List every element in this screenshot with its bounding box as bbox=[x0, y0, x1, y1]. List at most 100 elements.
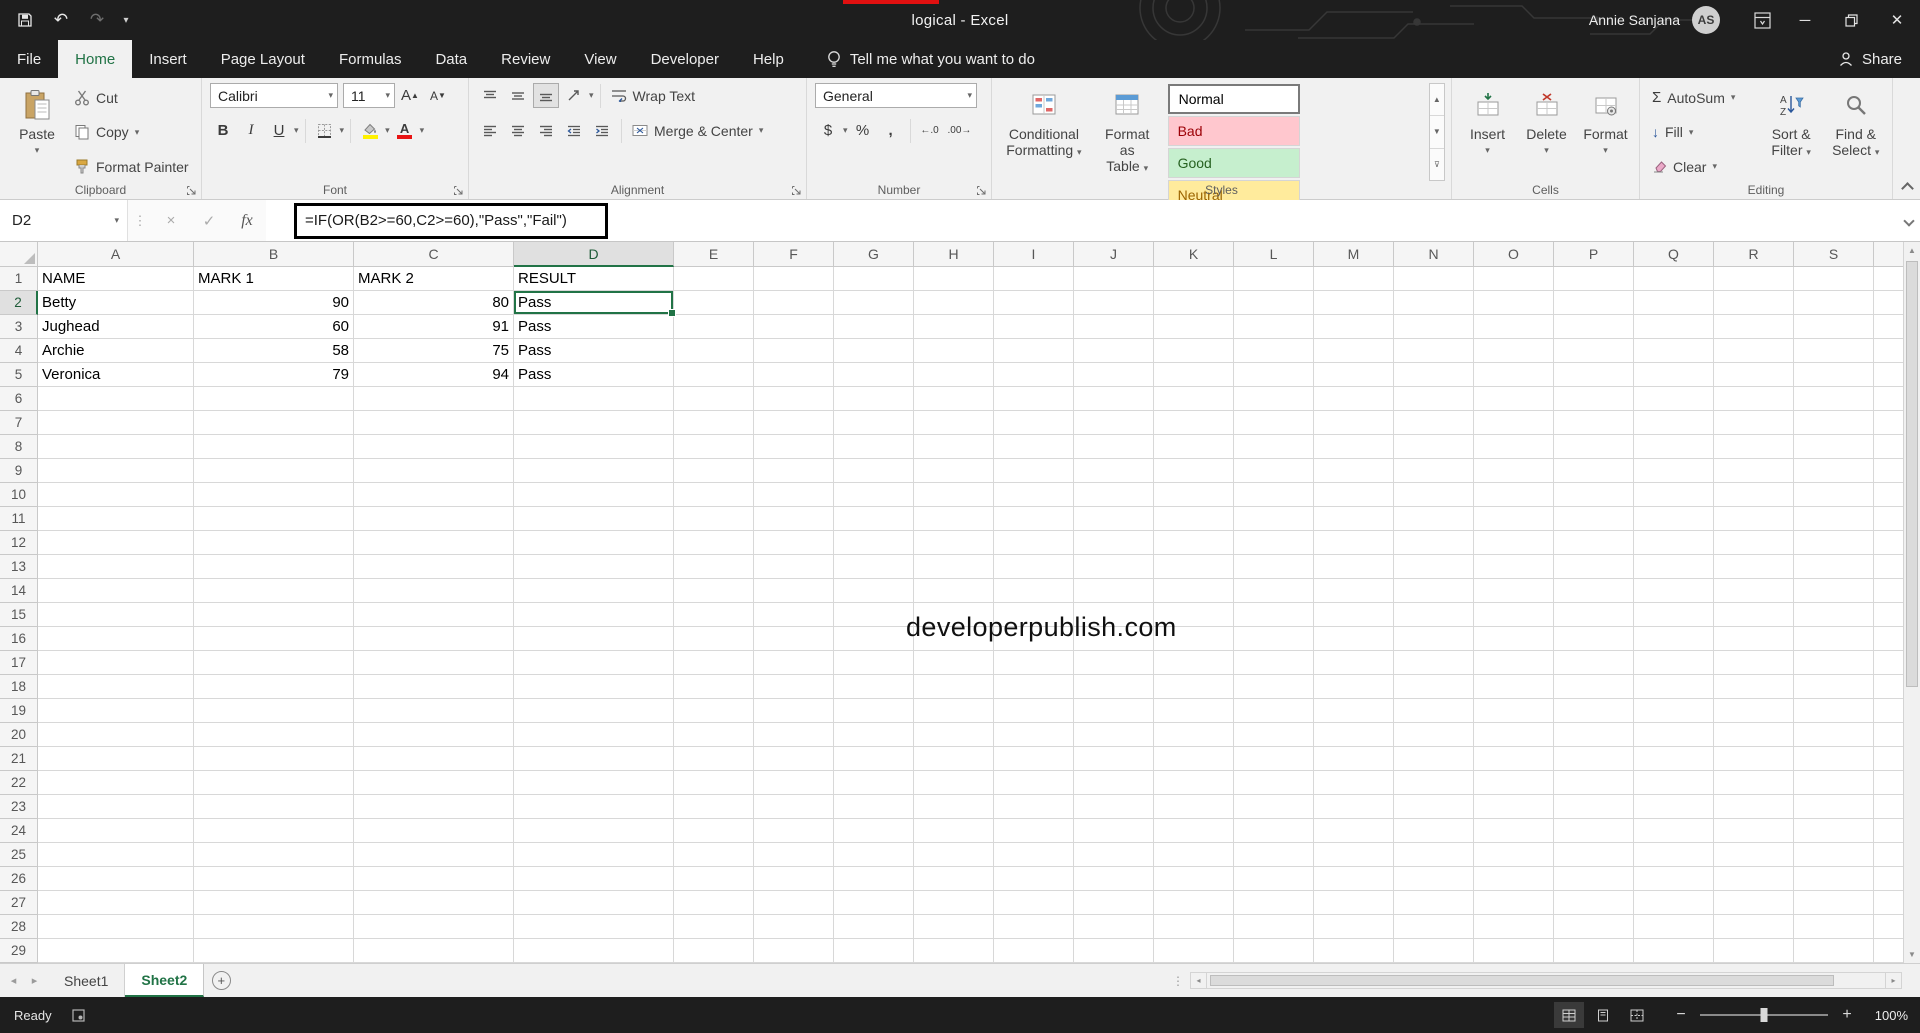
cell-L4[interactable] bbox=[1234, 339, 1314, 363]
cell-J7[interactable] bbox=[1074, 411, 1154, 435]
row-header-8[interactable]: 8 bbox=[0, 435, 38, 459]
cell-I9[interactable] bbox=[994, 459, 1074, 483]
tab-developer[interactable]: Developer bbox=[634, 40, 736, 78]
sort-filter-button[interactable]: AZ Sort & Filter ▾ bbox=[1761, 83, 1822, 181]
cell-D17[interactable] bbox=[514, 651, 674, 675]
cell-I22[interactable] bbox=[994, 771, 1074, 795]
cell-E6[interactable] bbox=[674, 387, 754, 411]
cell-K25[interactable] bbox=[1154, 843, 1234, 867]
cell-R23[interactable] bbox=[1714, 795, 1794, 819]
cell-Q17[interactable] bbox=[1634, 651, 1714, 675]
cell-K8[interactable] bbox=[1154, 435, 1234, 459]
cell-K4[interactable] bbox=[1154, 339, 1234, 363]
cell-E2[interactable] bbox=[674, 291, 754, 315]
cell-A29[interactable] bbox=[38, 939, 194, 963]
cell-N20[interactable] bbox=[1394, 723, 1474, 747]
cell-Q7[interactable] bbox=[1634, 411, 1714, 435]
cell-A19[interactable] bbox=[38, 699, 194, 723]
cell-C2[interactable]: 80 bbox=[354, 291, 514, 315]
cell-R16[interactable] bbox=[1714, 627, 1794, 651]
tab-file[interactable]: File bbox=[0, 40, 58, 78]
cell-P22[interactable] bbox=[1554, 771, 1634, 795]
cell-R12[interactable] bbox=[1714, 531, 1794, 555]
cell-M24[interactable] bbox=[1314, 819, 1394, 843]
cell-B25[interactable] bbox=[194, 843, 354, 867]
cell-D22[interactable] bbox=[514, 771, 674, 795]
cell-O25[interactable] bbox=[1474, 843, 1554, 867]
cell-S14[interactable] bbox=[1794, 579, 1874, 603]
cell-J9[interactable] bbox=[1074, 459, 1154, 483]
cell-Q12[interactable] bbox=[1634, 531, 1714, 555]
cell-R10[interactable] bbox=[1714, 483, 1794, 507]
percent-style-button[interactable]: % bbox=[850, 118, 876, 143]
cell-I24[interactable] bbox=[994, 819, 1074, 843]
cell-F26[interactable] bbox=[754, 867, 834, 891]
cell-B4[interactable]: 58 bbox=[194, 339, 354, 363]
cell-H5[interactable] bbox=[914, 363, 994, 387]
cell-H17[interactable] bbox=[914, 651, 994, 675]
cell-O2[interactable] bbox=[1474, 291, 1554, 315]
cell-H7[interactable] bbox=[914, 411, 994, 435]
cell-F22[interactable] bbox=[754, 771, 834, 795]
cell-style-bad[interactable]: Bad bbox=[1167, 116, 1300, 146]
cell-O27[interactable] bbox=[1474, 891, 1554, 915]
cell-L27[interactable] bbox=[1234, 891, 1314, 915]
cell-N28[interactable] bbox=[1394, 915, 1474, 939]
cell-C18[interactable] bbox=[354, 675, 514, 699]
zoom-slider-handle[interactable] bbox=[1760, 1008, 1768, 1022]
cell-J24[interactable] bbox=[1074, 819, 1154, 843]
cell-N18[interactable] bbox=[1394, 675, 1474, 699]
cell-M19[interactable] bbox=[1314, 699, 1394, 723]
cell-M16[interactable] bbox=[1314, 627, 1394, 651]
cell-L6[interactable] bbox=[1234, 387, 1314, 411]
cell-A18[interactable] bbox=[38, 675, 194, 699]
cell-R20[interactable] bbox=[1714, 723, 1794, 747]
cell-B21[interactable] bbox=[194, 747, 354, 771]
autosum-button[interactable]: Σ AutoSum ▾ bbox=[1648, 85, 1757, 110]
row-header-5[interactable]: 5 bbox=[0, 363, 38, 387]
cell-I17[interactable] bbox=[994, 651, 1074, 675]
zoom-out-button[interactable]: − bbox=[1670, 1006, 1692, 1024]
shrink-font-button[interactable]: A ▼ bbox=[425, 83, 451, 108]
row-header-29[interactable]: 29 bbox=[0, 939, 38, 963]
tab-page-layout[interactable]: Page Layout bbox=[204, 40, 322, 78]
cell-C6[interactable] bbox=[354, 387, 514, 411]
cell-E14[interactable] bbox=[674, 579, 754, 603]
cell-G27[interactable] bbox=[834, 891, 914, 915]
cell-M21[interactable] bbox=[1314, 747, 1394, 771]
cell-K20[interactable] bbox=[1154, 723, 1234, 747]
cell-N6[interactable] bbox=[1394, 387, 1474, 411]
cell-J4[interactable] bbox=[1074, 339, 1154, 363]
select-all-corner[interactable] bbox=[0, 242, 38, 267]
cell-L12[interactable] bbox=[1234, 531, 1314, 555]
cell-D7[interactable] bbox=[514, 411, 674, 435]
cell-A4[interactable]: Archie bbox=[38, 339, 194, 363]
cell-G25[interactable] bbox=[834, 843, 914, 867]
cell-P9[interactable] bbox=[1554, 459, 1634, 483]
cell-H6[interactable] bbox=[914, 387, 994, 411]
row-header-6[interactable]: 6 bbox=[0, 387, 38, 411]
cell-Q10[interactable] bbox=[1634, 483, 1714, 507]
cell-L7[interactable] bbox=[1234, 411, 1314, 435]
cell-H21[interactable] bbox=[914, 747, 994, 771]
cell-N21[interactable] bbox=[1394, 747, 1474, 771]
collapse-ribbon-icon[interactable] bbox=[1901, 182, 1914, 195]
cell-A11[interactable] bbox=[38, 507, 194, 531]
cell-R6[interactable] bbox=[1714, 387, 1794, 411]
cell-O7[interactable] bbox=[1474, 411, 1554, 435]
cell-Q29[interactable] bbox=[1634, 939, 1714, 963]
cell-I27[interactable] bbox=[994, 891, 1074, 915]
cell-A24[interactable] bbox=[38, 819, 194, 843]
cell-O14[interactable] bbox=[1474, 579, 1554, 603]
align-right-button[interactable] bbox=[533, 118, 559, 143]
cell-A21[interactable] bbox=[38, 747, 194, 771]
cell-K2[interactable] bbox=[1154, 291, 1234, 315]
cell-Q11[interactable] bbox=[1634, 507, 1714, 531]
cell-B11[interactable] bbox=[194, 507, 354, 531]
cell-A6[interactable] bbox=[38, 387, 194, 411]
cell-C4[interactable]: 75 bbox=[354, 339, 514, 363]
cell-L28[interactable] bbox=[1234, 915, 1314, 939]
cell-S29[interactable] bbox=[1794, 939, 1874, 963]
cell-C5[interactable]: 94 bbox=[354, 363, 514, 387]
cell-C28[interactable] bbox=[354, 915, 514, 939]
